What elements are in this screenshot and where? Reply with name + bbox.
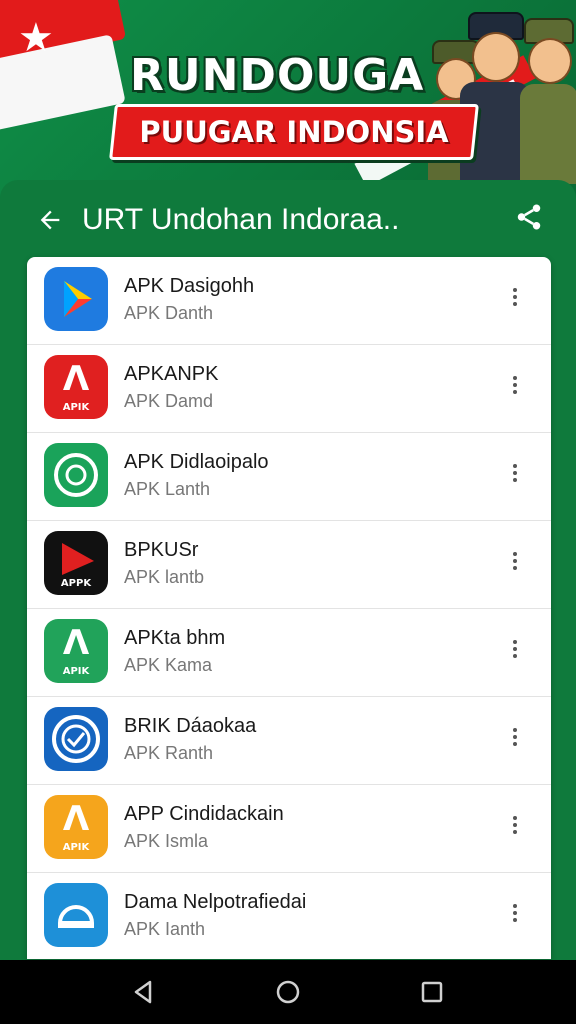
system-navigation-bar: [0, 960, 576, 1024]
letter-a-icon: Λ APIK: [44, 619, 108, 683]
list-item[interactable]: APK Dasigohh APK Danth: [27, 257, 551, 345]
app-subtitle: APK Damd: [124, 391, 214, 411]
red-play-icon: APPK: [44, 531, 108, 595]
app-name: APP Cindidackain: [124, 803, 284, 825]
app-name: APK Dasigohh: [124, 275, 255, 297]
list-item[interactable]: BRIK Dáaokaa APK Ranth: [27, 697, 551, 785]
banner-title: RUNDOUGA: [130, 50, 425, 101]
more-vertical-icon[interactable]: [503, 549, 527, 579]
more-vertical-icon[interactable]: [503, 813, 527, 843]
play-store-icon: [44, 267, 108, 331]
letter-a-icon: Λ APIK: [44, 355, 108, 419]
more-vertical-icon[interactable]: [503, 725, 527, 755]
app-name: Dama Nelpotrafiedai: [124, 891, 307, 913]
more-vertical-icon[interactable]: [503, 373, 527, 403]
app-name: APKANPK: [124, 363, 219, 385]
app-subtitle: APK Danth: [124, 303, 214, 323]
list-item[interactable]: Dama Nelpotrafiedai APK Ianth: [27, 873, 551, 959]
share-icon: [517, 204, 541, 230]
share-button[interactable]: [514, 202, 550, 238]
banner-subtitle-badge: PUUGAR INDONSIA: [109, 104, 479, 160]
app-name: BRIK Dáaokaa: [124, 715, 257, 737]
list-item[interactable]: Λ APIK APKta bhm APK Kama: [27, 609, 551, 697]
app-subtitle: APK Ismla: [124, 831, 209, 851]
list-item[interactable]: APK Didlaoipalo APK Lanth: [27, 433, 551, 521]
nav-back-button[interactable]: [128, 976, 160, 1008]
nav-recents-icon: [421, 981, 443, 1003]
app-bar: URT Undohan Indoraa..: [0, 190, 576, 250]
more-vertical-icon[interactable]: [503, 901, 527, 931]
page-title: URT Undohan Indoraa..: [82, 203, 400, 236]
app-name: APKta bhm: [124, 627, 226, 649]
app-subtitle: APK Ranth: [124, 743, 214, 763]
banner-subtitle: PUUGAR INDONSIA: [139, 115, 449, 149]
nav-home-button[interactable]: [272, 976, 304, 1008]
app-list: APK Dasigohh APK Danth Λ APIK APKANPK AP…: [27, 257, 551, 959]
more-vertical-icon[interactable]: [503, 285, 527, 315]
arrow-left-icon: [40, 210, 60, 230]
app-subtitle: APK Lanth: [124, 479, 211, 499]
globe-icon: [44, 707, 108, 771]
list-item[interactable]: Λ APIK APKANPK APK Damd: [27, 345, 551, 433]
more-vertical-icon[interactable]: [503, 461, 527, 491]
back-button[interactable]: [30, 200, 70, 240]
app-name: APK Didlaoipalo: [124, 451, 269, 473]
app-name: BPKUSr: [124, 539, 199, 561]
list-item[interactable]: APPK BPKUSr APK lantb: [27, 521, 551, 609]
app-subtitle: APK Kama: [124, 655, 213, 675]
more-vertical-icon[interactable]: [503, 637, 527, 667]
list-item[interactable]: Λ APIK APP Cindidackain APK Ismla: [27, 785, 551, 873]
whatsapp-like-icon: [44, 443, 108, 507]
cloud-icon: [44, 883, 108, 947]
letter-a-icon: Λ APIK: [44, 795, 108, 859]
app-subtitle: APK lantb: [124, 567, 205, 587]
nav-back-icon: [134, 980, 152, 1004]
nav-recents-button[interactable]: [416, 976, 448, 1008]
nav-home-icon: [276, 980, 300, 1004]
app-subtitle: APK Ianth: [124, 919, 206, 939]
